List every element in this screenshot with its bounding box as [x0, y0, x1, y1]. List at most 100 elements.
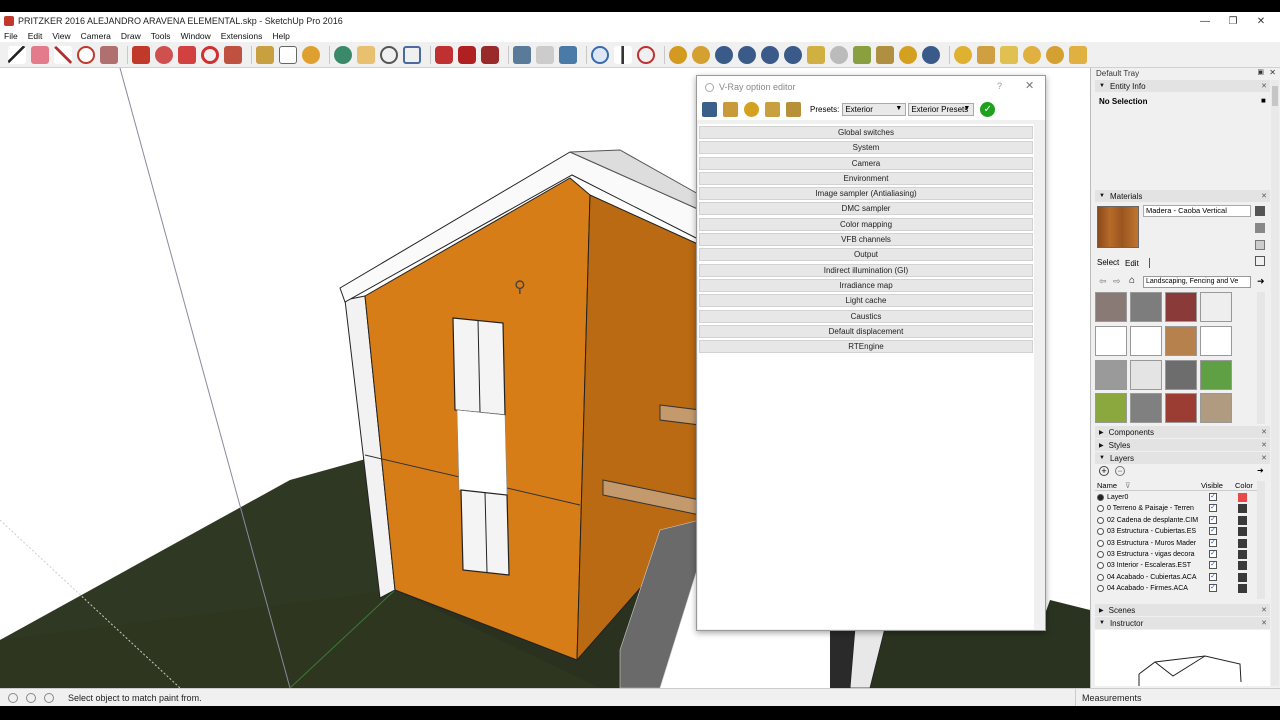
active-layer-radio[interactable] — [1097, 585, 1104, 593]
vray-export-preset-icon[interactable] — [765, 101, 780, 117]
layers-header[interactable]: ▼ Layers ✕ — [1095, 452, 1270, 464]
look-around-icon[interactable] — [637, 45, 655, 64]
close-button[interactable]: ✕ — [1246, 12, 1276, 30]
vray-proxy-icon[interactable] — [853, 45, 871, 64]
rollout-system[interactable]: System — [699, 141, 1033, 155]
material-swatch[interactable] — [1165, 359, 1197, 390]
rollout-dmc-sampler[interactable]: DMC sampler — [699, 202, 1033, 216]
rect-light-icon[interactable] — [977, 45, 995, 64]
panel-close-icon[interactable]: ✕ — [1261, 428, 1267, 436]
active-layer-radio[interactable] — [1097, 528, 1104, 536]
tab-select[interactable]: Select — [1097, 258, 1120, 268]
instructor-help-icon[interactable] — [44, 693, 54, 703]
rollout-irradiance-map[interactable]: Irradiance map — [699, 278, 1033, 292]
material-swatch[interactable] — [1095, 359, 1127, 390]
material-swatch[interactable] — [1095, 325, 1127, 356]
vray-sun-icon[interactable] — [899, 45, 917, 64]
active-layer-radio[interactable] — [1097, 539, 1104, 547]
layer-color-swatch[interactable] — [1238, 584, 1247, 594]
pan-tool-icon[interactable] — [357, 45, 375, 64]
preset-group-dropdown[interactable]: Exterior Presets ▼ — [908, 102, 975, 116]
create-material-icon[interactable] — [1255, 223, 1265, 233]
menu-camera[interactable]: Camera — [81, 31, 111, 41]
material-collection-dropdown[interactable]: Landscaping, Fencing and Ve — [1143, 276, 1251, 288]
material-swatch[interactable] — [1165, 393, 1197, 424]
layers-col-visible[interactable]: Visible — [1201, 481, 1223, 490]
axes-icon[interactable] — [559, 45, 577, 64]
walk-tool-icon[interactable] — [614, 45, 632, 64]
layer-name[interactable]: Layer0 — [1107, 492, 1199, 503]
material-swatch[interactable] — [1095, 292, 1127, 322]
layer-visible-checkbox[interactable]: ✓ — [1209, 493, 1217, 501]
zoom-extents-icon[interactable] — [403, 45, 421, 64]
menu-edit[interactable]: Edit — [28, 31, 43, 41]
active-layer-radio[interactable] — [1097, 573, 1104, 581]
material-swatch[interactable] — [1130, 292, 1162, 322]
layer-name[interactable]: 0 Terreno & Paisaje - Terren — [1107, 503, 1199, 514]
vray-help-button[interactable]: ? — [997, 81, 1002, 91]
layer-visible-checkbox[interactable]: ✓ — [1209, 515, 1217, 524]
vray-render-icon[interactable] — [715, 45, 733, 64]
material-name-field[interactable]: Madera - Caoba Vertical — [1143, 205, 1251, 217]
vray-batch-render-icon[interactable] — [761, 45, 779, 64]
panel-close-icon[interactable]: ✕ — [1261, 606, 1267, 614]
menu-tools[interactable]: Tools — [151, 31, 171, 41]
layer-row[interactable]: 03 Estructura - Cubiertas.ES ✓ — [1095, 526, 1257, 537]
arc-tool-icon[interactable] — [77, 45, 95, 64]
panel-close-icon[interactable]: ✕ — [1261, 192, 1267, 200]
home-icon[interactable]: ⌂ — [1129, 275, 1135, 286]
vray-rt-render-icon[interactable] — [738, 45, 756, 64]
layer-name[interactable]: 02 Cadena de desplante.CIM — [1107, 515, 1199, 526]
layer-row[interactable]: Layer0 ✓ — [1095, 492, 1257, 503]
rollout-rtengine[interactable]: RTEngine — [699, 340, 1033, 354]
active-layer-radio[interactable] — [1097, 494, 1104, 501]
layer-visible-checkbox[interactable]: ✓ — [1209, 584, 1217, 593]
spot-light-icon[interactable] — [1000, 45, 1018, 64]
scale-tool-icon[interactable] — [224, 45, 242, 64]
rollout-color-mapping[interactable]: Color mapping — [699, 217, 1033, 231]
layer-row[interactable]: 03 Interior - Escaleras.EST ✓ — [1095, 560, 1257, 571]
layer-row[interactable]: 04 Acabado - Firmes.ACA ✓ — [1095, 583, 1257, 594]
credits-icon[interactable] — [26, 693, 36, 703]
orbit-tool-icon[interactable] — [334, 45, 352, 64]
material-swatch[interactable] — [1095, 393, 1127, 424]
layer-visible-checkbox[interactable]: ✓ — [1209, 572, 1217, 581]
move-tool-icon[interactable] — [178, 45, 196, 64]
layer-name[interactable]: 03 Estructura - vigas decora — [1107, 549, 1199, 560]
rollout-environment[interactable]: Environment — [699, 171, 1033, 185]
select-tool-icon[interactable] — [8, 45, 26, 64]
add-layer-icon[interactable]: + — [1099, 466, 1109, 476]
push-pull-tool-icon[interactable] — [132, 45, 150, 64]
material-swatch[interactable] — [1200, 393, 1232, 424]
menu-help[interactable]: Help — [272, 31, 289, 41]
scenes-header[interactable]: ▶ Scenes ✕ — [1095, 604, 1270, 616]
active-layer-radio[interactable] — [1097, 516, 1104, 524]
menu-view[interactable]: View — [52, 31, 70, 41]
layer-visible-checkbox[interactable]: ✓ — [1209, 504, 1217, 513]
vray-default-icon[interactable] — [744, 101, 759, 117]
tray-close-icon[interactable]: ✕ — [1269, 68, 1276, 77]
layer-row[interactable]: 0 Terreno & Paisaje - Terren ✓ — [1095, 503, 1257, 514]
sort-icon[interactable]: ⊽ — [1125, 481, 1131, 490]
layer-color-swatch[interactable] — [1238, 538, 1247, 548]
layer-color-swatch[interactable] — [1238, 493, 1247, 502]
forward-arrow-icon[interactable]: ⇨ — [1113, 276, 1121, 287]
layer-color-swatch[interactable] — [1238, 572, 1247, 582]
rollout-vfb-channels[interactable]: VFB channels — [699, 233, 1033, 247]
material-swatch[interactable] — [1165, 325, 1197, 356]
layers-col-name[interactable]: Name — [1097, 481, 1117, 490]
material-swatch[interactable] — [1200, 359, 1232, 390]
layer-visible-checkbox[interactable]: ✓ — [1209, 549, 1217, 558]
sphere-light-icon[interactable] — [1023, 45, 1041, 64]
layer-name[interactable]: 04 Acabado - Cubiertas.ACA — [1107, 572, 1199, 583]
preset-dropdown[interactable]: Exterior ▼ — [842, 102, 907, 116]
delete-layer-icon[interactable]: − — [1115, 466, 1125, 476]
layer-row[interactable]: 03 Estructura - vigas decora ✓ — [1095, 549, 1257, 560]
materials-header[interactable]: ▼ Materials ✕ — [1095, 190, 1270, 202]
styles-header[interactable]: ▶ Styles ✕ — [1095, 439, 1270, 451]
layer-name[interactable]: 04 Acabado - Firmes.ACA — [1107, 583, 1199, 594]
display-secondary-pane-icon[interactable] — [1255, 206, 1265, 216]
layer-color-swatch[interactable] — [1238, 549, 1247, 559]
minimize-button[interactable]: — — [1190, 12, 1220, 30]
rollout-light-cache[interactable]: Light cache — [699, 294, 1033, 308]
